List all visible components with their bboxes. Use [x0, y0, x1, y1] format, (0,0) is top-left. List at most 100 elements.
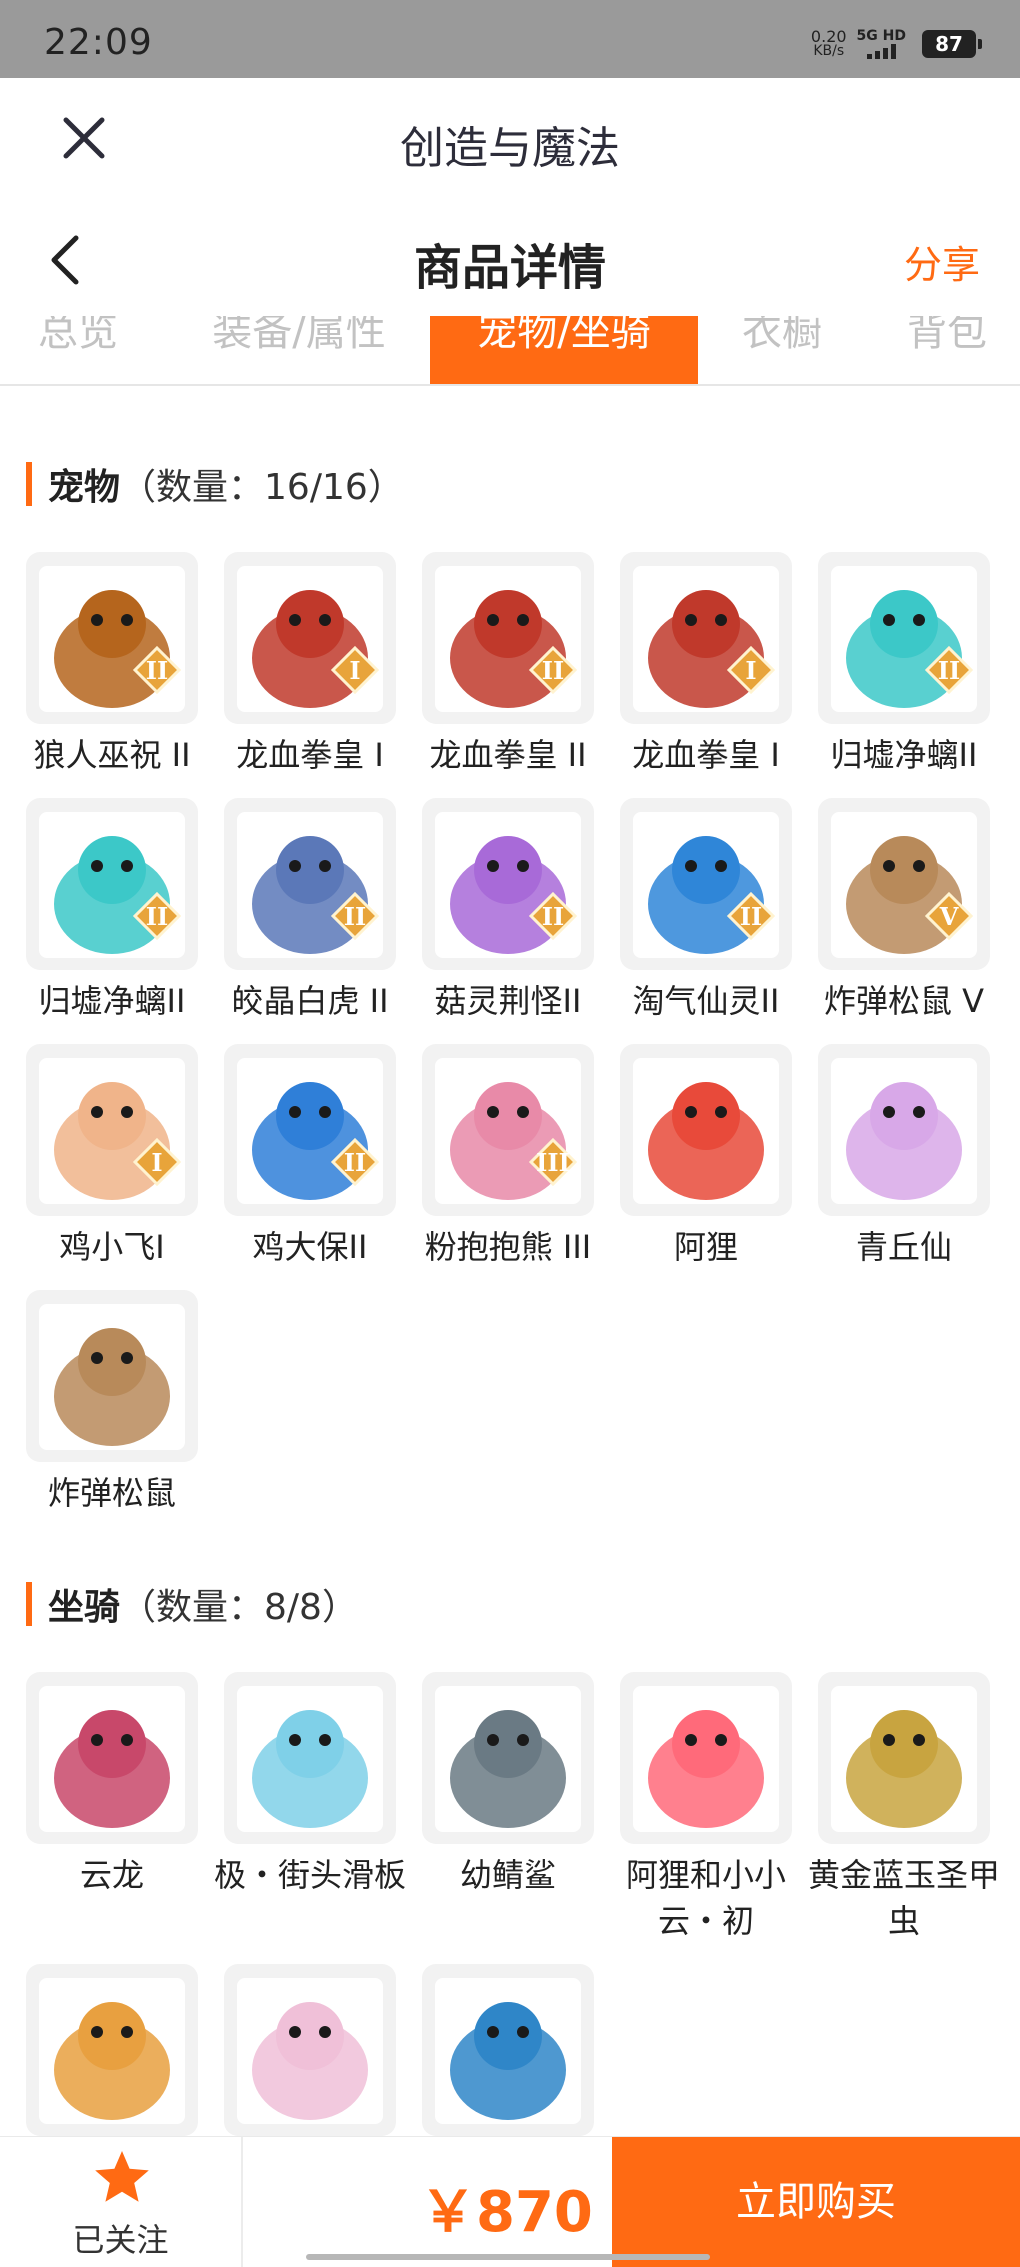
mount-item[interactable]: [26, 1964, 198, 2136]
item-image: [39, 1304, 185, 1450]
mount-thumbnail: [26, 1964, 198, 2136]
tab-wardrobe[interactable]: 衣橱: [732, 316, 832, 384]
pet-thumbnail: II: [224, 1044, 396, 1216]
item-image: I: [39, 1058, 185, 1204]
pet-item[interactable]: V 炸弹松鼠 V: [818, 798, 990, 1024]
pet-item[interactable]: II 菇灵荆怪II: [422, 798, 594, 1024]
pet-name: 归墟净螭II: [830, 736, 978, 774]
svg-text:II: II: [542, 656, 564, 685]
svg-text:III: III: [536, 1148, 570, 1177]
item-image: II: [435, 566, 581, 712]
item-image: II: [831, 566, 977, 712]
home-indicator: [306, 2254, 710, 2260]
mount-name: 黄金蓝玉圣甲虫: [807, 1856, 1000, 1940]
pet-item[interactable]: III 粉抱抱熊 III: [422, 1044, 594, 1270]
mount-item[interactable]: 阿狸和小小云・初: [620, 1672, 792, 1944]
network-speed-unit: KB/s: [813, 43, 845, 59]
pet-name: 狼人巫祝 II: [33, 736, 191, 774]
pet-thumbnail: II: [422, 798, 594, 970]
page-title: 商品详情: [413, 240, 606, 296]
pet-item[interactable]: II 归墟净螭II: [818, 552, 990, 778]
status-indicators: 0.20 KB/s 5G HD 87: [810, 26, 982, 62]
svg-text:I: I: [745, 656, 756, 685]
item-image: I: [237, 566, 383, 712]
buy-now-button[interactable]: 立即购买: [612, 2137, 1020, 2267]
tab-pets-mounts[interactable]: 宠物/坐骑: [430, 316, 698, 384]
mount-name: 云龙: [79, 1856, 144, 1894]
pet-item[interactable]: II 狼人巫祝 II: [26, 552, 198, 778]
mount-item[interactable]: [422, 1964, 594, 2136]
mount-thumbnail: [422, 1964, 594, 2136]
pet-thumbnail: II: [26, 798, 198, 970]
pet-item[interactable]: II 鸡大保II: [224, 1044, 396, 1270]
item-image: [39, 1978, 185, 2124]
pet-name: 炸弹松鼠 V: [823, 982, 985, 1020]
follow-label: 已关注: [72, 2221, 169, 2259]
signal-indicator: 5G HD: [857, 29, 906, 59]
pets-section-header: 宠物 （数量：16/16）: [26, 460, 404, 508]
mounts-section-count: （数量：8/8）: [120, 1587, 358, 1628]
section-accent-bar: [26, 1582, 32, 1626]
share-button[interactable]: 分享: [904, 234, 980, 289]
pet-thumbnail: II: [620, 798, 792, 970]
pets-section-count: （数量：16/16）: [120, 467, 404, 508]
item-image: II: [237, 812, 383, 958]
pet-thumbnail: II: [224, 798, 396, 970]
pet-item[interactable]: II 皎晶白虎 II: [224, 798, 396, 1024]
star-icon: [95, 2151, 149, 2202]
pet-item[interactable]: 青丘仙: [818, 1044, 990, 1270]
item-image: [237, 1686, 383, 1832]
svg-text:II: II: [938, 656, 960, 685]
svg-text:II: II: [146, 656, 168, 685]
pet-name: 粉抱抱熊 III: [424, 1228, 592, 1266]
pet-thumbnail: I: [26, 1044, 198, 1216]
mount-thumbnail: [818, 1672, 990, 1844]
pet-item[interactable]: 阿狸: [620, 1044, 792, 1270]
pet-name: 炸弹松鼠: [47, 1474, 176, 1512]
tab-equipment[interactable]: 装备/属性: [192, 316, 406, 384]
price: ￥870: [420, 2180, 593, 2245]
battery-icon: 87: [922, 30, 982, 58]
pet-item[interactable]: I 鸡小飞I: [26, 1044, 198, 1270]
signal-icon: [866, 44, 896, 59]
item-image: V: [831, 812, 977, 958]
pet-item[interactable]: II 淘气仙灵II: [620, 798, 792, 1024]
nav-header: 商品详情 分享: [0, 198, 1020, 316]
svg-text:V: V: [939, 902, 959, 931]
pet-name: 青丘仙: [855, 1228, 952, 1266]
item-image: [831, 1058, 977, 1204]
pet-item[interactable]: I 龙血拳皇 I: [224, 552, 396, 778]
mount-item[interactable]: 极・街头滑板: [214, 1672, 406, 1898]
mounts-section-title: 坐骑: [48, 1587, 121, 1628]
mount-thumbnail: [224, 1672, 396, 1844]
item-image: II: [435, 812, 581, 958]
pet-thumbnail: II: [422, 552, 594, 724]
item-image: II: [633, 812, 779, 958]
pet-thumbnail: I: [224, 552, 396, 724]
pet-item[interactable]: II 龙血拳皇 II: [422, 552, 594, 778]
tab-overview[interactable]: 总览: [18, 316, 138, 384]
mount-item[interactable]: [224, 1964, 396, 2136]
mount-item[interactable]: 黄金蓝玉圣甲虫: [808, 1672, 1000, 1944]
pet-thumbnail: [620, 1044, 792, 1216]
item-image: II: [39, 566, 185, 712]
svg-text:II: II: [740, 902, 762, 931]
pet-item[interactable]: I 龙血拳皇 I: [620, 552, 792, 778]
network-speed-value: 0.20: [810, 27, 847, 46]
mount-item[interactable]: 幼鲭鲨: [422, 1672, 594, 1898]
status-bar: 22:09 0.20 KB/s 5G HD 87: [0, 0, 1020, 78]
pet-item[interactable]: 炸弹松鼠: [26, 1290, 198, 1516]
mount-item[interactable]: 云龙: [26, 1672, 198, 1898]
svg-text:II: II: [344, 1148, 366, 1177]
mount-thumbnail: [224, 1964, 396, 2136]
tab-backpack[interactable]: 背包: [892, 316, 1002, 384]
pet-thumbnail: II: [818, 552, 990, 724]
item-image: III: [435, 1058, 581, 1204]
follow-button[interactable]: 已关注: [0, 2137, 243, 2267]
pet-name: 菇灵荆怪II: [434, 982, 582, 1020]
pet-thumbnail: [26, 1290, 198, 1462]
pet-item[interactable]: II 归墟净螭II: [26, 798, 198, 1024]
svg-text:II: II: [146, 902, 168, 931]
mounts-section-header: 坐骑 （数量：8/8）: [26, 1580, 358, 1628]
app-title: 创造与魔法: [400, 123, 620, 174]
